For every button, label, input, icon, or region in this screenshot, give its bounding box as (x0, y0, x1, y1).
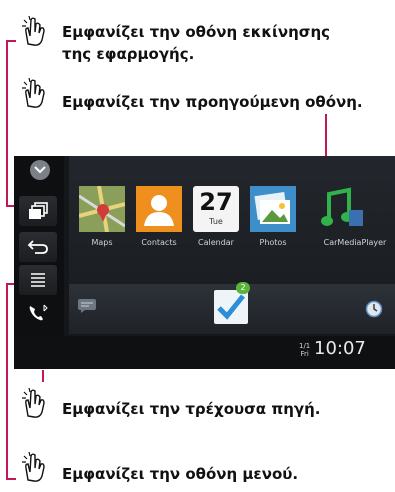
app-label: CarMediaPlayer (323, 238, 387, 247)
chevron-down-icon (34, 166, 46, 174)
photos-icon (250, 186, 296, 232)
touch-hand-icon (22, 387, 45, 418)
notification-badge: 2 (236, 282, 250, 294)
app-carmediaplayer[interactable] (319, 186, 365, 232)
date-top: 1/1 (299, 342, 311, 350)
annotation-menu: Εμφανίζει την οθόνη μενού. (62, 465, 299, 483)
clock-icon[interactable] (365, 300, 383, 318)
annotation-line (42, 370, 44, 382)
back-button[interactable] (19, 232, 57, 262)
app-label: Calendar (198, 238, 234, 247)
date-display: 1/1 Fri (299, 342, 310, 358)
annotation-previous: Εμφανίζει την προηγούμενη οθόνη. (62, 93, 363, 111)
calendar-weekday: Tue (209, 217, 223, 226)
annotation-source: Εμφανίζει την τρέχουσα πηγή. (62, 400, 321, 418)
music-icon (321, 187, 363, 226)
home-button[interactable] (19, 196, 57, 226)
app-label: Maps (91, 238, 113, 247)
app-photos[interactable] (250, 186, 296, 232)
app-label: Photos (259, 238, 287, 247)
touch-hand-icon (22, 15, 45, 46)
phone-button[interactable] (19, 298, 57, 328)
touch-hand-icon (22, 451, 45, 482)
menu-button[interactable] (19, 265, 57, 295)
calendar-day: 27 (199, 188, 233, 216)
app-label: Contacts (141, 238, 177, 247)
annotation-line (6, 478, 16, 480)
app-contacts[interactable] (136, 186, 182, 232)
annotation-home: Εμφανίζει την οθόνη εκκίνησης (62, 23, 331, 41)
maps-icon (78, 185, 126, 233)
app-maps[interactable] (78, 185, 126, 233)
app-grid: Maps Contacts 27 Tue Calendar Photos Car… (69, 156, 395, 296)
checkmark-icon (217, 294, 245, 320)
back-arrow-icon (27, 240, 48, 254)
task-checkbox-app[interactable]: 2 (214, 282, 250, 324)
annotation-line (6, 40, 8, 206)
annotation-home-line2: της εφαρμογής. (62, 45, 195, 63)
app-calendar[interactable]: 27 Tue (193, 186, 239, 232)
clock-time: 10:07 (314, 338, 366, 359)
dock: 2 (69, 282, 395, 334)
date-bottom: Fri (300, 350, 309, 358)
annotation-line (6, 40, 16, 42)
phone-bluetooth-icon (29, 304, 48, 321)
head-unit-screen: Maps Contacts 27 Tue Calendar Photos Car… (14, 156, 395, 369)
collapse-button[interactable] (30, 160, 50, 180)
menu-list-icon (31, 273, 45, 287)
message-icon[interactable] (77, 298, 97, 314)
touch-hand-icon (22, 77, 45, 108)
annotation-line (6, 283, 8, 479)
contacts-icon (136, 186, 182, 232)
stacked-windows-icon (29, 202, 48, 219)
